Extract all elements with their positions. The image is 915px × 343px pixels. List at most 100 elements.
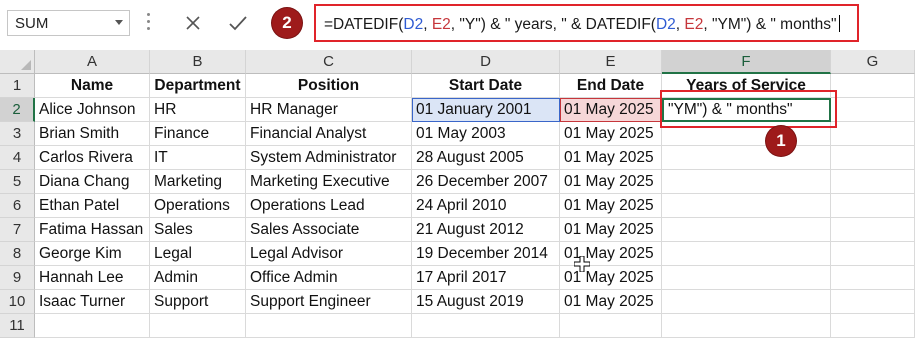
- column-header-e[interactable]: E: [560, 50, 662, 74]
- row-header-4[interactable]: 4: [0, 146, 35, 170]
- table-cell[interactable]: Support: [150, 290, 246, 314]
- table-cell[interactable]: 01 May 2025: [560, 194, 662, 218]
- enter-button[interactable]: [225, 10, 251, 36]
- cell-cursor-icon: [574, 256, 590, 272]
- table-cell[interactable]: [35, 314, 150, 338]
- table-cell[interactable]: 01 May 2025: [560, 98, 662, 122]
- row-header-9[interactable]: 9: [0, 266, 35, 290]
- table-cell[interactable]: 26 December 2007: [412, 170, 560, 194]
- header-cell[interactable]: End Date: [560, 74, 662, 98]
- table-cell[interactable]: 01 May 2025: [560, 290, 662, 314]
- table-cell[interactable]: [662, 170, 831, 194]
- table-cell[interactable]: [831, 146, 915, 170]
- formula-input[interactable]: =DATEDIF(D2, E2, "Y") & " years, " & DAT…: [314, 4, 859, 42]
- table-cell[interactable]: 01 May 2025: [560, 170, 662, 194]
- table-cell[interactable]: Brian Smith: [35, 122, 150, 146]
- table-cell[interactable]: [831, 266, 915, 290]
- row-header-8[interactable]: 8: [0, 242, 35, 266]
- formula-part: ,: [423, 16, 432, 33]
- drag-handle-icon[interactable]: [147, 13, 151, 33]
- table-cell[interactable]: 17 April 2017: [412, 266, 560, 290]
- table-cell[interactable]: [831, 122, 915, 146]
- row-header-7[interactable]: 7: [0, 218, 35, 242]
- table-cell[interactable]: Marketing: [150, 170, 246, 194]
- row-header-3[interactable]: 3: [0, 122, 35, 146]
- header-cell[interactable]: Department: [150, 74, 246, 98]
- table-cell[interactable]: Carlos Rivera: [35, 146, 150, 170]
- table-cell[interactable]: [412, 314, 560, 338]
- table-cell[interactable]: System Administrator: [246, 146, 412, 170]
- row-header-11[interactable]: 11: [0, 314, 35, 338]
- name-box[interactable]: SUM: [7, 10, 130, 36]
- column-header-b[interactable]: B: [150, 50, 246, 74]
- table-cell[interactable]: [831, 194, 915, 218]
- row-header-6[interactable]: 6: [0, 194, 35, 218]
- table-cell[interactable]: 21 August 2012: [412, 218, 560, 242]
- table-cell[interactable]: IT: [150, 146, 246, 170]
- table-cell[interactable]: 01 May 2025: [560, 218, 662, 242]
- table-cell[interactable]: [831, 290, 915, 314]
- table-cell[interactable]: Sales Associate: [246, 218, 412, 242]
- table-cell[interactable]: Financial Analyst: [246, 122, 412, 146]
- table-cell[interactable]: 28 August 2005: [412, 146, 560, 170]
- table-cell[interactable]: Isaac Turner: [35, 290, 150, 314]
- row-header-10[interactable]: 10: [0, 290, 35, 314]
- table-cell[interactable]: HR Manager: [246, 98, 412, 122]
- table-cell[interactable]: [831, 98, 915, 122]
- table-cell[interactable]: 01 May 2025: [560, 146, 662, 170]
- row-header-1[interactable]: 1: [0, 74, 35, 98]
- table-cell[interactable]: [560, 314, 662, 338]
- table-cell[interactable]: 01 May 2025: [560, 122, 662, 146]
- table-cell[interactable]: [150, 314, 246, 338]
- table-cell[interactable]: [831, 218, 915, 242]
- table-cell[interactable]: [662, 266, 831, 290]
- table-cell[interactable]: Alice Johnson: [35, 98, 150, 122]
- table-cell[interactable]: 19 December 2014: [412, 242, 560, 266]
- table-cell[interactable]: Admin: [150, 266, 246, 290]
- table-cell[interactable]: [662, 194, 831, 218]
- row-header-2[interactable]: 2: [0, 98, 35, 122]
- text-caret: [838, 15, 840, 32]
- table-cell[interactable]: [662, 146, 831, 170]
- table-cell[interactable]: Office Admin: [246, 266, 412, 290]
- table-cell[interactable]: [662, 314, 831, 338]
- cell[interactable]: [831, 74, 915, 98]
- table-cell[interactable]: Sales: [150, 218, 246, 242]
- table-cell[interactable]: 01 May 2003: [412, 122, 560, 146]
- header-cell[interactable]: Name: [35, 74, 150, 98]
- column-header-c[interactable]: C: [246, 50, 412, 74]
- header-cell[interactable]: Position: [246, 74, 412, 98]
- table-cell[interactable]: Marketing Executive: [246, 170, 412, 194]
- table-cell[interactable]: Support Engineer: [246, 290, 412, 314]
- table-cell[interactable]: Fatima Hassan: [35, 218, 150, 242]
- select-all-corner[interactable]: [0, 50, 35, 74]
- table-cell[interactable]: George Kim: [35, 242, 150, 266]
- table-cell[interactable]: [662, 290, 831, 314]
- table-cell[interactable]: Finance: [150, 122, 246, 146]
- table-cell[interactable]: [831, 170, 915, 194]
- table-cell[interactable]: [662, 218, 831, 242]
- table-cell[interactable]: [831, 314, 915, 338]
- table-cell[interactable]: Operations: [150, 194, 246, 218]
- table-cell[interactable]: Diana Chang: [35, 170, 150, 194]
- column-header-a[interactable]: A: [35, 50, 150, 74]
- table-cell[interactable]: 15 August 2019: [412, 290, 560, 314]
- column-header-f[interactable]: F: [662, 50, 831, 74]
- chevron-down-icon[interactable]: [115, 20, 123, 25]
- table-cell[interactable]: 01 January 2001: [412, 98, 560, 122]
- column-header-d[interactable]: D: [412, 50, 560, 74]
- table-cell[interactable]: Hannah Lee: [35, 266, 150, 290]
- table-cell[interactable]: Legal: [150, 242, 246, 266]
- table-cell[interactable]: [662, 242, 831, 266]
- cancel-button[interactable]: [180, 10, 206, 36]
- table-cell[interactable]: 24 April 2010: [412, 194, 560, 218]
- row-header-5[interactable]: 5: [0, 170, 35, 194]
- table-cell[interactable]: [831, 242, 915, 266]
- table-cell[interactable]: [246, 314, 412, 338]
- column-header-g[interactable]: G: [831, 50, 915, 74]
- table-cell[interactable]: Ethan Patel: [35, 194, 150, 218]
- table-cell[interactable]: Legal Advisor: [246, 242, 412, 266]
- table-cell[interactable]: Operations Lead: [246, 194, 412, 218]
- header-cell[interactable]: Start Date: [412, 74, 560, 98]
- table-cell[interactable]: HR: [150, 98, 246, 122]
